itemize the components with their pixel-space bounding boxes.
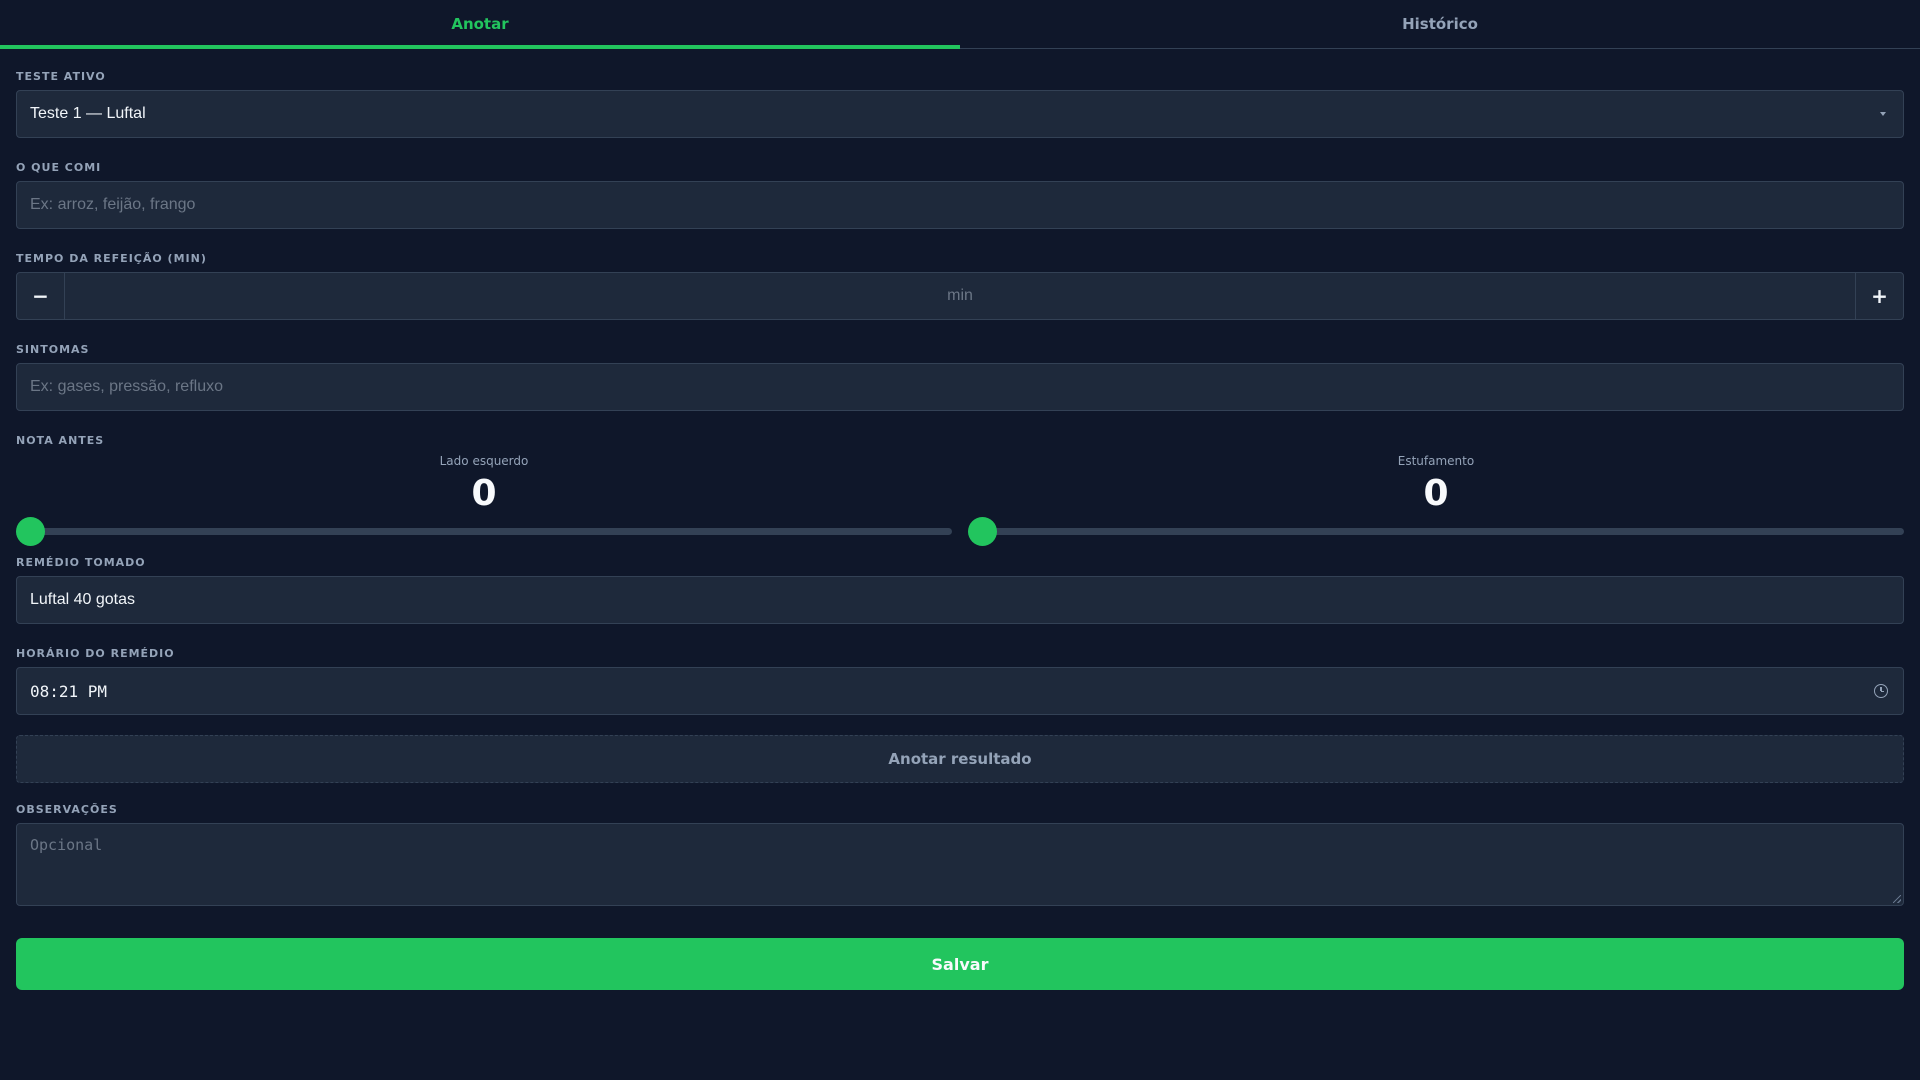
food-label: O QUE COMI [16, 161, 102, 174]
tab-bar: Anotar Histórico [0, 0, 1920, 49]
symptoms-placeholder: Ex: gases, pressão, refluxo [30, 378, 223, 395]
decrement-button[interactable]: − [17, 273, 65, 319]
symptoms-input[interactable]: Ex: gases, pressão, refluxo [16, 363, 1904, 411]
meal-time-label: TEMPO DA REFEIÇÃO (MIN) [16, 252, 207, 265]
increment-button[interactable]: + [1855, 273, 1903, 319]
active-test-select[interactable]: Teste 1 — Luftal [16, 90, 1904, 138]
remedy-label: REMÉDIO TOMADO [16, 556, 146, 569]
slider-track [16, 528, 952, 535]
symptoms-label: SINTOMAS [16, 343, 90, 356]
record-result-button[interactable]: Anotar resultado [16, 735, 1904, 783]
slider-thumb[interactable] [968, 517, 997, 546]
active-test-value: Teste 1 — Luftal [30, 105, 146, 122]
bloating-value: 0 [1423, 473, 1449, 514]
entry-form: TESTE ATIVO Teste 1 — Luftal O QUE COMI … [0, 49, 1920, 990]
score-before-label: NOTA ANTES [16, 434, 105, 447]
tab-historico[interactable]: Histórico [960, 0, 1920, 48]
meal-time-stepper: − min + [16, 272, 1904, 320]
notes-label: OBSERVAÇÕES [16, 803, 118, 816]
remedy-time-input[interactable]: 08:21 PM [16, 667, 1904, 715]
notes-textarea[interactable]: Opcional [16, 823, 1904, 906]
remedy-value: Luftal 40 gotas [30, 591, 135, 608]
food-input[interactable]: Ex: arroz, feijão, frango [16, 181, 1904, 229]
left-side-slider-group: Lado esquerdo 0 [16, 448, 952, 546]
score-sliders: Lado esquerdo 0 Estufamento 0 [16, 448, 1904, 546]
active-test-label: TESTE ATIVO [16, 70, 106, 83]
bloating-slider-group: Estufamento 0 [968, 448, 1904, 546]
clock-icon[interactable] [1874, 684, 1888, 698]
slider-track [968, 528, 1904, 535]
resize-handle-icon[interactable] [1893, 895, 1901, 903]
food-placeholder: Ex: arroz, feijão, frango [30, 196, 196, 213]
notes-placeholder: Opcional [30, 836, 103, 854]
bloating-label: Estufamento [1397, 454, 1475, 468]
remedy-time-value: 08:21 PM [30, 681, 108, 701]
meal-time-input[interactable]: min [65, 273, 1855, 319]
left-side-slider[interactable] [16, 517, 952, 546]
bloating-slider[interactable] [968, 517, 1904, 546]
save-button[interactable]: Salvar [16, 938, 1904, 990]
remedy-time-label: HORÁRIO DO REMÉDIO [16, 647, 175, 660]
left-side-label: Lado esquerdo [439, 454, 529, 468]
tab-anotar[interactable]: Anotar [0, 0, 960, 49]
remedy-input[interactable]: Luftal 40 gotas [16, 576, 1904, 624]
chevron-down-icon [1880, 112, 1886, 116]
left-side-value: 0 [471, 473, 497, 514]
slider-thumb[interactable] [16, 517, 45, 546]
